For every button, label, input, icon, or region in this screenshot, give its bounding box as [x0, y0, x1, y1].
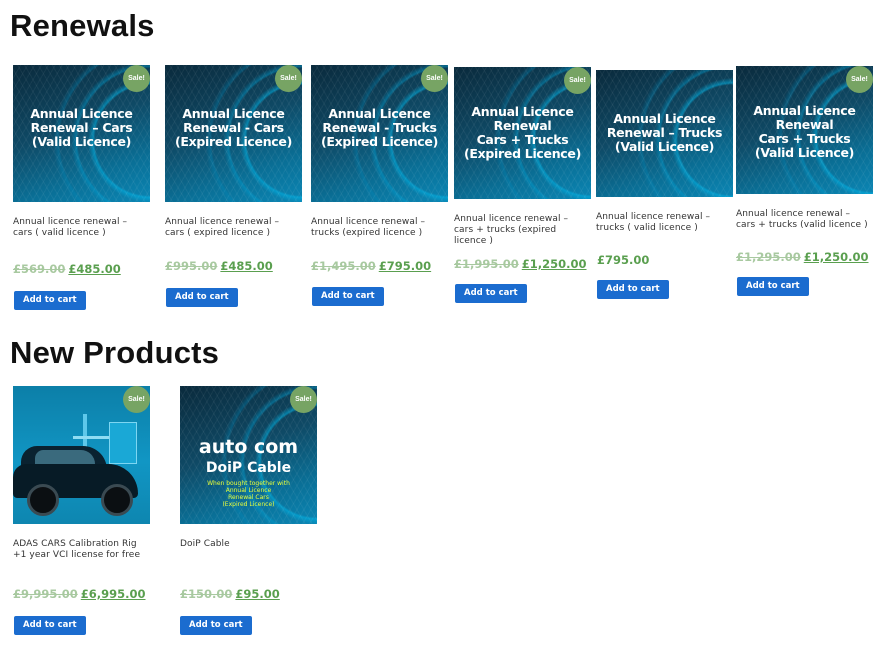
product-card: Annual Licence Renewal Cars + Trucks (Ex… [454, 67, 594, 247]
price: £995.00 £485.00 [165, 259, 273, 273]
image-caption: Annual Licence Renewal - Trucks (Expired… [320, 106, 439, 149]
sale-price: £485.00 [68, 262, 121, 276]
autocom-logo: auto com [198, 436, 299, 458]
product-card: Annual Licence Renewal – Trucks (Valid L… [596, 70, 736, 234]
old-price: £569.00 [13, 262, 66, 276]
old-price: £1,995.00 [454, 257, 519, 271]
old-price: £995.00 [165, 259, 218, 273]
sale-price: £485.00 [220, 259, 273, 273]
product-name[interactable]: Annual licence renewal – trucks ( valid … [596, 212, 732, 234]
image-caption: DoiP Cable [205, 460, 292, 476]
add-to-cart-button[interactable]: Add to cart [14, 291, 86, 310]
image-caption: Annual Licence Renewal Cars + Trucks (Ex… [463, 104, 582, 161]
sale-badge: Sale! [275, 65, 302, 92]
product-image[interactable]: Annual Licence Renewal Cars + Trucks (Va… [736, 66, 873, 194]
product-name[interactable]: Annual licence renewal – cars + trucks (… [736, 209, 872, 231]
sale-price: £795.00 [378, 259, 432, 273]
product-name[interactable]: Annual licence renewal – cars ( valid li… [13, 217, 149, 239]
product-image[interactable]: Annual Licence Renewal Cars + Trucks (Ex… [454, 67, 591, 199]
image-caption: Annual Licence Renewal Cars + Trucks (Va… [753, 103, 856, 160]
add-to-cart-button[interactable]: Add to cart [455, 284, 527, 303]
product-name[interactable]: ADAS CARS Calibration Rig +1 year VCI li… [13, 539, 149, 561]
add-to-cart-button[interactable]: Add to cart [180, 616, 252, 635]
product-image[interactable]: auto com DoiP Cable When bought together… [180, 386, 317, 524]
add-to-cart-button[interactable]: Add to cart [737, 277, 809, 296]
image-note: When bought together with Annual Licence… [207, 480, 290, 508]
car-window [35, 450, 95, 464]
add-to-cart-button[interactable]: Add to cart [597, 280, 669, 299]
add-to-cart-button[interactable]: Add to cart [166, 288, 238, 307]
sale-badge: Sale! [846, 66, 873, 93]
sale-badge: Sale! [421, 65, 448, 92]
product-image[interactable]: Annual Licence Renewal – Cars (Valid Lic… [13, 65, 150, 202]
product-card: Sale! ADAS CARS Calibration Rig +1 year … [13, 386, 153, 561]
price-value: £795.00 [597, 253, 650, 267]
product-name[interactable]: Annual licence renewal – cars + trucks (… [454, 214, 590, 247]
sale-badge: Sale! [290, 386, 317, 413]
product-image[interactable]: Sale! [13, 386, 150, 524]
old-price: £9,995.00 [13, 587, 78, 601]
old-price: £150.00 [180, 587, 233, 601]
sale-badge: Sale! [123, 65, 150, 92]
product-card: Annual Licence Renewal – Cars (Valid Lic… [13, 65, 153, 239]
product-image[interactable]: Annual Licence Renewal – Trucks (Valid L… [596, 70, 733, 197]
product-card: Annual Licence Renewal - Trucks (Expired… [311, 65, 451, 239]
sale-price: £1,250.00 [521, 257, 587, 271]
sale-badge: Sale! [123, 386, 150, 413]
rig-target [109, 422, 137, 464]
add-to-cart-button[interactable]: Add to cart [312, 287, 384, 306]
sale-price: £95.00 [235, 587, 280, 601]
old-price: £1,495.00 [311, 259, 376, 273]
sale-price: £6,995.00 [80, 587, 146, 601]
sale-price: £1,250.00 [803, 250, 869, 264]
price: £1,995.00 £1,250.00 [454, 257, 587, 271]
product-name[interactable]: Annual licence renewal – cars ( expired … [165, 217, 301, 239]
image-caption: Annual Licence Renewal – Cars (Valid Lic… [30, 106, 133, 149]
product-name[interactable]: Annual licence renewal – trucks (expired… [311, 217, 447, 239]
price: £795.00 [597, 253, 649, 267]
add-to-cart-button[interactable]: Add to cart [14, 616, 86, 635]
section-title-renewals: Renewals [10, 8, 155, 43]
car-wheel [27, 484, 59, 516]
product-card: Annual Licence Renewal - Cars (Expired L… [165, 65, 305, 239]
image-caption: Annual Licence Renewal - Cars (Expired L… [174, 106, 293, 149]
product-image[interactable]: Annual Licence Renewal - Cars (Expired L… [165, 65, 302, 202]
section-title-new-products: New Products [10, 335, 220, 370]
product-card: auto com DoiP Cable When bought together… [180, 386, 320, 550]
sale-badge: Sale! [564, 67, 591, 94]
price: £9,995.00 £6,995.00 [13, 587, 146, 601]
price: £1,295.00 £1,250.00 [736, 250, 869, 264]
price: £569.00 £485.00 [13, 262, 121, 276]
price: £1,495.00 £795.00 [311, 259, 431, 273]
product-card: Annual Licence Renewal Cars + Trucks (Va… [736, 66, 876, 231]
price: £150.00 £95.00 [180, 587, 280, 601]
old-price: £1,295.00 [736, 250, 801, 264]
car-wheel [101, 484, 133, 516]
product-image[interactable]: Annual Licence Renewal - Trucks (Expired… [311, 65, 448, 202]
product-name[interactable]: DoiP Cable [180, 539, 316, 550]
image-caption: Annual Licence Renewal – Trucks (Valid L… [606, 111, 723, 154]
